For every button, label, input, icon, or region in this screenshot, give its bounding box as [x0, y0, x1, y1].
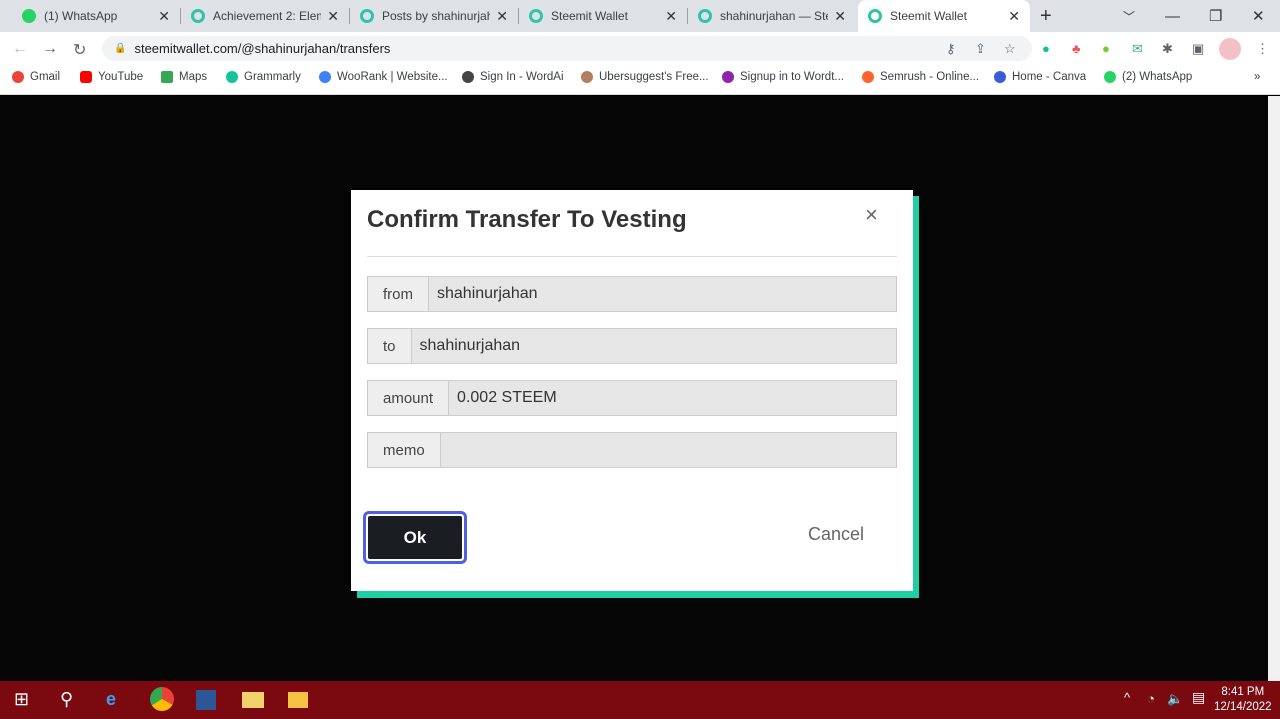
menu-icon[interactable]: ⋮	[1256, 41, 1269, 57]
tab-shahinurjahan[interactable]: shahinurjahan — Stee ✕	[688, 0, 856, 32]
close-window-button[interactable]: ✕	[1252, 0, 1265, 32]
steemit-icon	[868, 9, 882, 23]
bookmark-grammarly[interactable]: Grammarly	[226, 71, 301, 83]
extension-icon[interactable]: ✉	[1132, 41, 1143, 57]
whatsapp-icon	[22, 9, 36, 23]
globe-icon	[462, 71, 474, 83]
from-field: from shahinurjahan	[367, 276, 897, 312]
bookmark-ubersuggest[interactable]: Ubersuggest's Free...	[581, 71, 709, 83]
gmail-icon	[12, 71, 24, 83]
search-icon[interactable]: ⚲	[60, 689, 73, 710]
close-tab-icon[interactable]: ✕	[665, 8, 677, 25]
show-hidden-icons-icon[interactable]: ^	[1124, 690, 1130, 705]
tab-strip: (1) WhatsApp ✕ Achievement 2: Eleme ✕ Post…	[0, 0, 1280, 32]
reload-button[interactable]: ↻	[73, 40, 86, 60]
wordtune-icon	[722, 71, 734, 83]
divider	[367, 256, 897, 257]
puzzle-icon[interactable]: ✱	[1162, 41, 1173, 57]
grammarly-extension-icon[interactable]: ●	[1042, 41, 1050, 56]
extension-icon[interactable]: ♣	[1072, 41, 1081, 56]
restore-button[interactable]: ❐	[1209, 0, 1222, 32]
close-tab-icon[interactable]: ✕	[1008, 8, 1020, 25]
minimize-button[interactable]: —	[1165, 0, 1180, 32]
bookmark-youtube[interactable]: YouTube	[80, 71, 143, 83]
address-bar[interactable]: 🔒 steemitwallet.com/@shahinurjahan/transf…	[102, 36, 1032, 61]
notification-icon[interactable]: ▤	[1192, 690, 1205, 705]
lock-icon: 🔒	[114, 43, 127, 54]
clock[interactable]: 8:41 PM 12/14/2022	[1214, 685, 1272, 715]
bookmark-semrush[interactable]: Semrush - Online...	[862, 71, 979, 83]
amount-field: amount 0.002 STEEM	[367, 380, 897, 416]
bookmark-gmail[interactable]: Gmail	[12, 71, 60, 83]
maps-icon	[161, 71, 173, 83]
to-field: to shahinurjahan	[367, 328, 897, 364]
star-icon[interactable]: ☆	[1004, 41, 1016, 57]
close-tab-icon[interactable]: ✕	[327, 8, 339, 25]
confirm-transfer-dialog: Confirm Transfer To Vesting × from shahin…	[351, 190, 913, 591]
bookmark-woorank[interactable]: WooRank | Website...	[319, 71, 448, 83]
close-tab-icon[interactable]: ✕	[158, 8, 170, 25]
bookmark-canva[interactable]: Home - Canva	[994, 71, 1086, 83]
ok-button[interactable]: Ok	[363, 511, 467, 564]
edge-icon[interactable]: e	[106, 689, 116, 710]
youtube-icon	[80, 71, 92, 83]
chrome-icon[interactable]	[150, 687, 174, 711]
ubersuggest-icon	[581, 71, 593, 83]
bookmark-wordai[interactable]: Sign In - WordAi	[462, 71, 564, 83]
canva-icon	[994, 71, 1006, 83]
taskbar	[0, 681, 1280, 719]
tab-whatsapp[interactable]: (1) WhatsApp ✕	[12, 0, 180, 32]
more-bookmarks-button[interactable]: »	[1254, 71, 1260, 83]
steemit-icon	[529, 9, 543, 23]
avatar[interactable]	[1219, 38, 1241, 60]
close-tab-icon[interactable]: ✕	[496, 8, 508, 25]
windows-start-icon[interactable]: ⊞	[14, 689, 29, 710]
tab-achievement[interactable]: Achievement 2: Eleme ✕	[181, 0, 349, 32]
close-tab-icon[interactable]: ✕	[834, 8, 846, 25]
word-icon[interactable]	[196, 690, 216, 710]
tab-steemit-wallet[interactable]: Steemit Wallet ✕	[519, 0, 687, 32]
cancel-button[interactable]: Cancel	[808, 524, 864, 545]
bookmark-wordtune[interactable]: Signup in to Wordt...	[722, 71, 844, 83]
steemit-icon	[360, 9, 374, 23]
close-icon[interactable]: ×	[865, 202, 878, 228]
file-explorer-icon[interactable]	[288, 692, 308, 708]
woorank-icon	[319, 71, 331, 83]
tab-posts[interactable]: Posts by shahinurjaha ✕	[350, 0, 518, 32]
steemit-icon	[698, 9, 712, 23]
scrollbar[interactable]	[1268, 96, 1280, 681]
new-tab-button[interactable]: +	[1040, 0, 1052, 32]
semrush-icon	[862, 71, 874, 83]
wifi-icon[interactable]: ◔	[1147, 691, 1155, 706]
share-icon[interactable]: ⇪	[975, 41, 986, 57]
memo-field: memo	[367, 432, 897, 468]
whatsapp-icon	[1104, 71, 1116, 83]
dialog-title: Confirm Transfer To Vesting	[367, 206, 687, 233]
key-icon[interactable]: ⚷	[946, 41, 956, 57]
grammarly-icon	[226, 71, 238, 83]
bookmark-whatsapp[interactable]: (2) WhatsApp	[1104, 71, 1192, 83]
forward-button[interactable]: →	[42, 40, 58, 58]
tab-search-chevron-icon[interactable]: ﹀	[1123, 0, 1135, 32]
back-button[interactable]: ←	[12, 40, 28, 58]
bookmark-maps[interactable]: Maps	[161, 71, 207, 83]
tab-steemit-wallet-active[interactable]: Steemit Wallet ✕	[858, 0, 1030, 32]
steemit-icon	[191, 9, 205, 23]
sticky-icon[interactable]	[242, 692, 264, 708]
side-panel-icon[interactable]: ▣	[1192, 41, 1204, 57]
volume-icon[interactable]: 🔈	[1167, 691, 1183, 706]
extension-icon[interactable]: ●	[1102, 41, 1110, 56]
